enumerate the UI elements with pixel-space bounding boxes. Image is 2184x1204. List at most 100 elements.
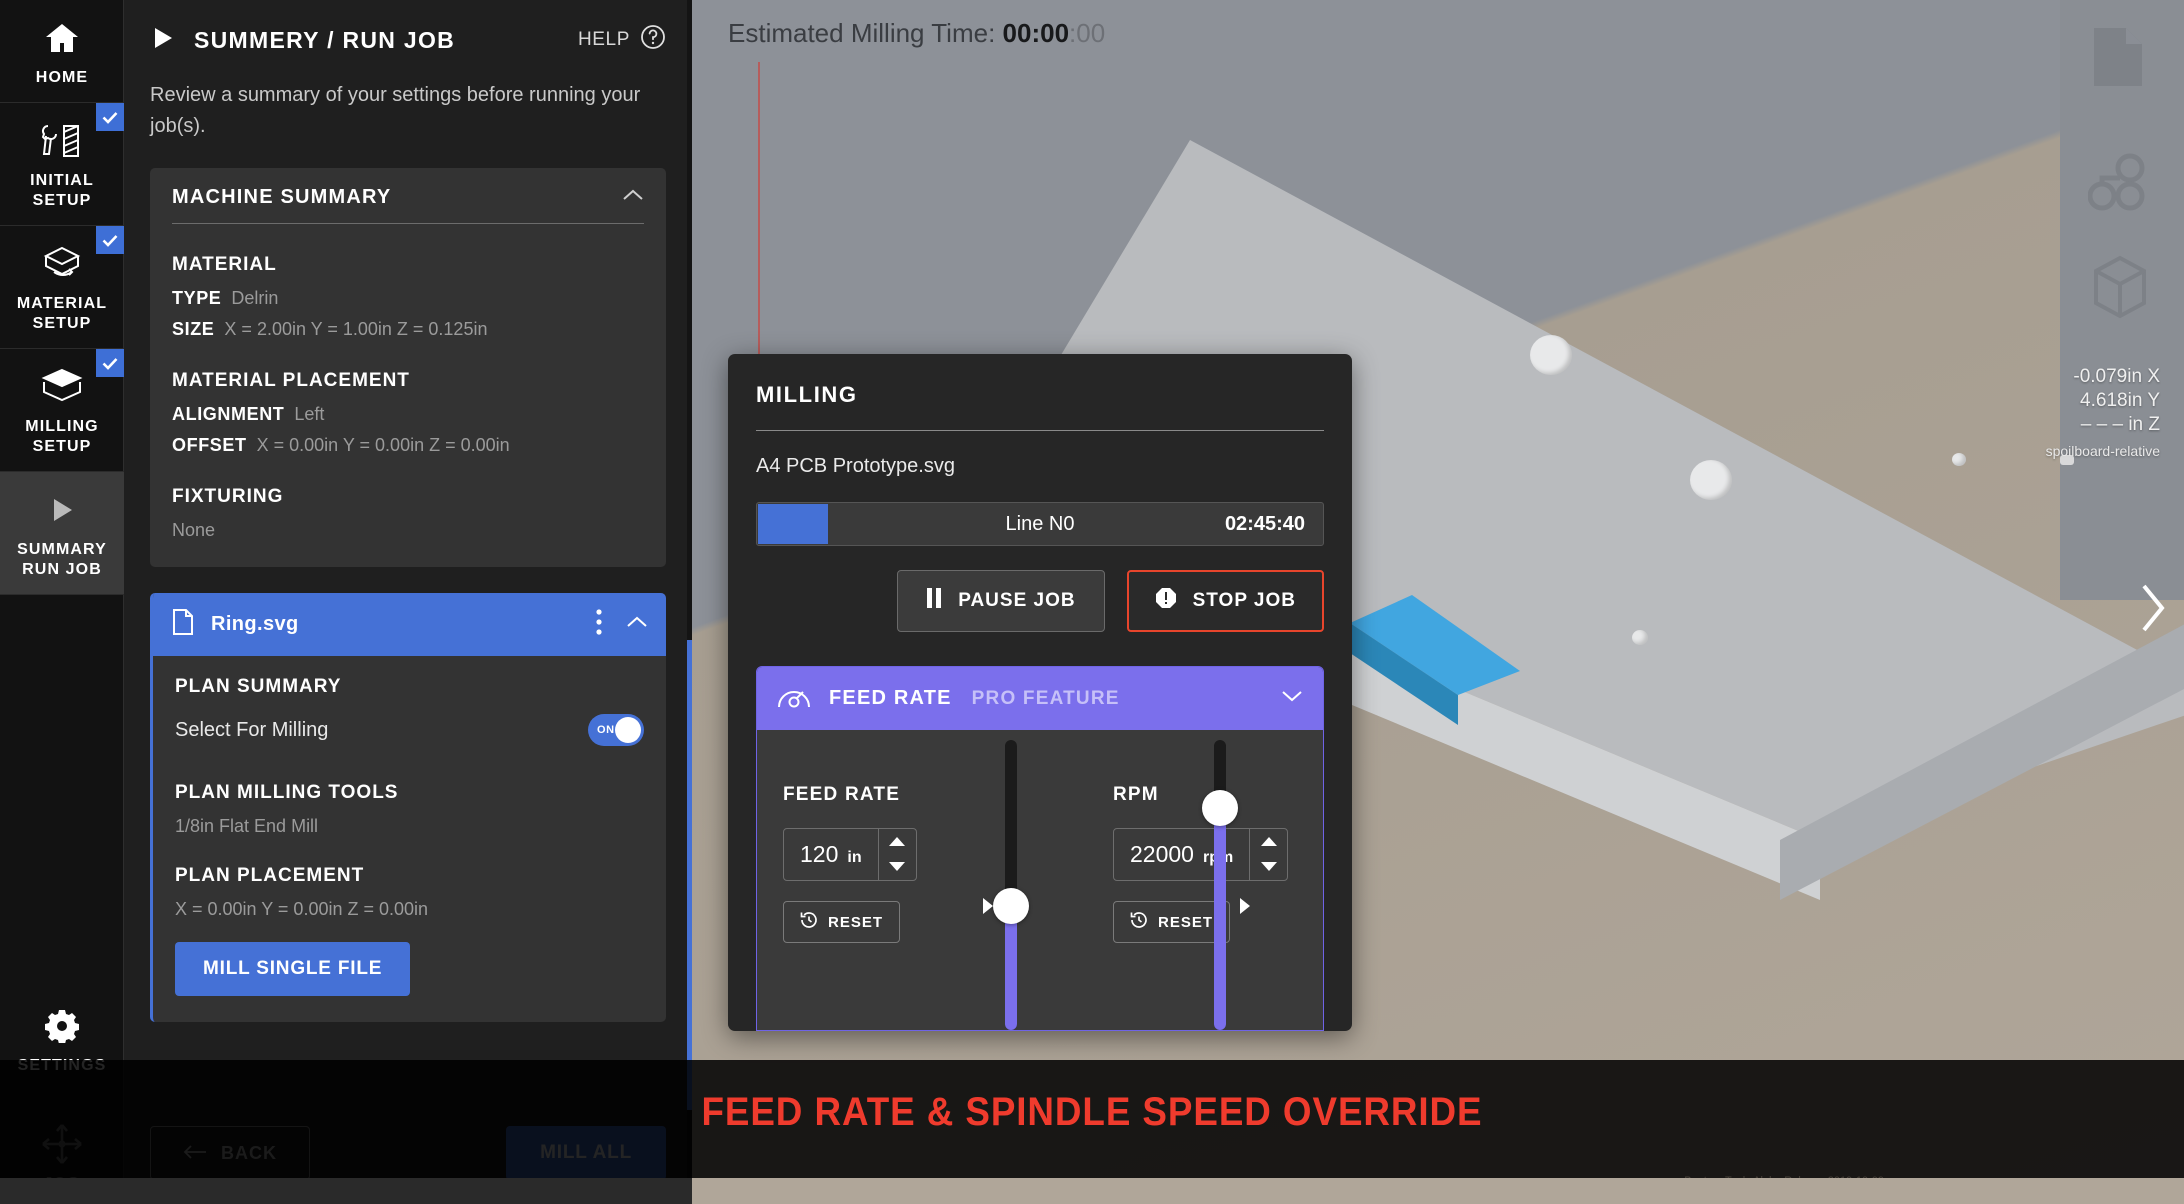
machine-summary-title: MACHINE SUMMARY: [172, 186, 392, 208]
sidebar-settings-label: SETTINGS: [17, 1057, 107, 1074]
summary-row-offset: OFFSET X = 0.00in Y = 0.00in Z = 0.00in: [172, 435, 644, 456]
rpm-stepper-arrows[interactable]: [1249, 829, 1287, 880]
coord-y: 4.618in Y: [2080, 390, 2160, 411]
chevron-down-icon[interactable]: [1281, 689, 1303, 708]
plan-placement-value: X = 0.00in Y = 0.00in Z = 0.00in: [175, 899, 429, 919]
bottom-strip: [0, 1178, 2184, 1204]
coordinate-readout: -0.079in X 4.618in Y – – – in Z spoilboa…: [2046, 365, 2160, 463]
file-icon: [171, 608, 195, 641]
chevron-right-icon[interactable]: [2132, 578, 2172, 638]
pause-job-label: PAUSE JOB: [958, 590, 1076, 611]
rpm-slider-knob[interactable]: [1202, 790, 1238, 826]
feed-rate-stepper[interactable]: 120 in: [783, 828, 917, 881]
viewport-marker-dot: [2060, 455, 2074, 465]
fixture-hole: [1690, 460, 1732, 500]
rpm-value: 22000: [1130, 841, 1194, 867]
speed-gauge-icon: [777, 683, 811, 714]
file-document-icon[interactable]: [2090, 26, 2146, 93]
plan-placement-title: PLAN PLACEMENT: [175, 865, 365, 886]
rpm-reset-button[interactable]: RESET: [1113, 901, 1231, 943]
feed-rate-panel-body: FEED RATE 120 in RESET RPM 22000 RESET: [757, 730, 1323, 1030]
rpm-stepper[interactable]: 22000 rpm: [1113, 828, 1289, 881]
sidebar-item-label: MATERIAL SETUP: [16, 295, 108, 332]
kebab-menu-icon[interactable]: [596, 609, 602, 640]
file-card-actions: [596, 609, 648, 640]
milling-modal: MILLING A4 PCB Prototype.svg Line N0 02:…: [728, 354, 1352, 1031]
caret-down-icon[interactable]: [889, 858, 906, 876]
machine-summary-header[interactable]: MACHINE SUMMARY: [150, 168, 666, 223]
feed-rate-slider[interactable]: [983, 730, 1029, 1030]
milling-job-filename: A4 PCB Prototype.svg: [756, 455, 955, 477]
chevron-up-icon[interactable]: [626, 615, 648, 634]
file-card-header[interactable]: Ring.svg: [153, 593, 666, 656]
octagon-exclamation-icon: [1155, 587, 1177, 615]
sidebar-item-initial-setup[interactable]: INITIAL SETUP: [0, 103, 124, 226]
toggle-state-label: ON: [597, 724, 615, 736]
panel-description: Review a summary of your settings before…: [150, 84, 641, 137]
sidebar-item-home[interactable]: HOME: [0, 0, 124, 103]
feed-rate-unit: in: [847, 849, 862, 866]
step-complete-check-icon: [96, 226, 124, 254]
feed-rate-slider-knob[interactable]: [993, 888, 1029, 924]
row-key: SIZE: [172, 319, 215, 339]
rpm-slider-marker: [1240, 898, 1250, 914]
sidebar-item-material-setup[interactable]: MATERIAL SETUP: [0, 226, 124, 349]
node-graph-icon[interactable]: [2087, 152, 2148, 217]
tool-path-guide-line: [758, 62, 760, 382]
row-key: ALIGNMENT: [172, 404, 285, 424]
section-title-fixturing: FIXTURING: [172, 486, 284, 507]
summary-panel: SUMMERY / RUN JOB HELP Review a summary …: [124, 0, 692, 1204]
sidebar-item-label: MILLING SETUP: [25, 418, 99, 455]
3d-box-icon[interactable]: [2092, 254, 2148, 325]
summary-row-type: TYPE Delrin: [172, 288, 644, 309]
mill-single-file-button[interactable]: MILL SINGLE FILE: [175, 942, 411, 996]
feed-rate-label: FEED RATE: [783, 784, 901, 805]
row-key: OFFSET: [172, 435, 247, 455]
job-progress-bar: Line N0 02:45:40: [756, 502, 1324, 546]
sidebar-item-milling-setup[interactable]: MILLING SETUP: [0, 349, 124, 472]
pause-job-button[interactable]: PAUSE JOB: [897, 570, 1105, 632]
estimated-milling-time: Estimated Milling Time: 00:00:00: [728, 18, 1105, 49]
job-time-remaining: 02:45:40: [1224, 512, 1305, 535]
row-key: TYPE: [172, 288, 222, 308]
bottom-strip-viewport-edge: [692, 1178, 2184, 1204]
primary-nav-rail[interactable]: HOME INITIAL SETUP MATERIAL SETUP MILLIN…: [0, 0, 124, 1204]
caret-up-icon[interactable]: [889, 833, 906, 851]
panel-header: SUMMERY / RUN JOB HELP: [124, 0, 692, 56]
row-value: X = 0.00in Y = 0.00in Z = 0.00in: [256, 435, 510, 455]
panel-scrollbar-track[interactable]: [687, 0, 692, 1204]
summary-row-size: SIZE X = 2.00in Y = 1.00in Z = 0.125in: [172, 319, 644, 340]
file-name: Ring.svg: [211, 613, 299, 635]
select-for-milling-toggle[interactable]: ON: [588, 714, 644, 746]
rpm-slider[interactable]: [1202, 730, 1250, 1030]
fixture-hole: [1530, 335, 1572, 375]
file-card-ring-svg: Ring.svg PLAN SUMMARY Select For Milling…: [150, 593, 666, 1022]
caret-down-icon[interactable]: [1260, 858, 1277, 876]
estimated-time-major: 00:00: [1002, 18, 1070, 48]
rpm-control: RPM 22000 rpm: [1113, 784, 1289, 943]
panel-scrollbar-thumb[interactable]: [687, 640, 692, 1110]
step-complete-check-icon: [96, 103, 124, 131]
sidebar-item-settings[interactable]: SETTINGS: [0, 1004, 124, 1076]
feed-rate-reset-button[interactable]: RESET: [783, 901, 901, 943]
help-button[interactable]: HELP: [578, 24, 666, 56]
plan-summary-title: PLAN SUMMARY: [175, 676, 342, 697]
fixturing-value: None: [172, 520, 216, 540]
stop-job-label: STOP JOB: [1192, 590, 1296, 611]
feed-rate-value-field[interactable]: 120 in: [784, 829, 878, 880]
history-restore-icon: [1130, 911, 1148, 933]
machine-summary-body: MATERIAL TYPE Delrin SIZE X = 2.00in Y = 1…: [150, 224, 666, 567]
stop-job-button[interactable]: STOP JOB: [1126, 570, 1324, 632]
rpm-value-field[interactable]: 22000 rpm: [1114, 829, 1249, 880]
play-icon: [6, 488, 118, 532]
row-value: Delrin: [231, 288, 279, 308]
rpm-slider-fill: [1214, 808, 1226, 1030]
sidebar-item-summary-run-job[interactable]: SUMMARY RUN JOB: [0, 472, 124, 595]
caret-up-icon[interactable]: [1260, 833, 1277, 851]
chevron-up-icon[interactable]: [622, 188, 644, 207]
feed-rate-stepper-arrows[interactable]: [877, 829, 916, 880]
summary-row-alignment: ALIGNMENT Left: [172, 404, 644, 425]
feed-rate-panel-header[interactable]: FEED RATE PRO FEATURE: [757, 667, 1323, 730]
sidebar-item-label: INITIAL SETUP: [30, 172, 94, 209]
pro-feature-badge: PRO FEATURE: [971, 687, 1120, 709]
